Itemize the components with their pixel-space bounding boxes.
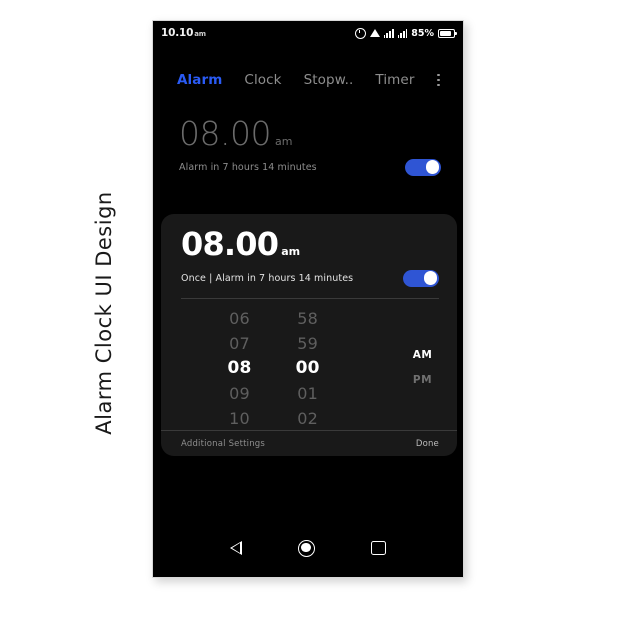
battery-icon bbox=[438, 28, 457, 38]
alarm-editor-header-row: Once | Alarm in 7 hours 14 minutes bbox=[181, 269, 439, 287]
hour-option[interactable]: 07 bbox=[229, 331, 250, 356]
alarm-editor-footer: Additional Settings Done bbox=[161, 430, 457, 456]
tab-clock[interactable]: Clock bbox=[244, 72, 281, 88]
status-bar-time: 10.10 bbox=[161, 27, 194, 39]
recents-square-icon[interactable] bbox=[371, 540, 386, 556]
status-bar-indicators: 85% bbox=[354, 27, 457, 39]
alarm-editor-meridiem: am bbox=[281, 245, 301, 258]
more-options-icon[interactable] bbox=[436, 71, 441, 89]
side-caption-text: Alarm Clock UI Design bbox=[92, 191, 116, 435]
alarm-editor-toggle[interactable] bbox=[403, 269, 439, 287]
hour-option[interactable]: 06 bbox=[229, 306, 250, 331]
status-bar: 10.10am 85% bbox=[153, 21, 463, 45]
tab-bar: Alarm Clock Stopw.. Timer bbox=[153, 65, 463, 95]
alarm-list-item-time-value: 08.00 bbox=[179, 114, 271, 153]
status-bar-time-meridiem: am bbox=[194, 30, 206, 38]
battery-percent-label: 85% bbox=[411, 27, 434, 39]
alarm-list-item-row: Alarm in 7 hours 14 minutes bbox=[179, 158, 441, 176]
alarm-list-item[interactable]: 08.00 am Alarm in 7 hours 14 minutes bbox=[153, 114, 463, 176]
phone-frame: 10.10am 85% Alarm Clock Stopw.. Timer 08… bbox=[152, 20, 464, 578]
toggle-knob bbox=[425, 160, 440, 175]
navigation-bar bbox=[153, 519, 463, 577]
time-picker-minutes-column[interactable]: 58 59 00 01 02 bbox=[279, 299, 336, 438]
meridiem-option-am[interactable]: AM bbox=[413, 343, 433, 368]
back-triangle-icon[interactable] bbox=[230, 541, 243, 555]
alarm-editor-time-value: 08.00 bbox=[181, 225, 279, 263]
time-picker[interactable]: 06 07 08 09 10 58 59 00 01 02 AM PM bbox=[161, 299, 457, 438]
time-picker-hours-column[interactable]: 06 07 08 09 10 bbox=[213, 299, 266, 438]
time-picker-meridiem-column[interactable]: AM PM bbox=[388, 299, 457, 438]
alarm-list-item-subtitle: Alarm in 7 hours 14 minutes bbox=[179, 161, 317, 173]
meridiem-option-pm[interactable]: PM bbox=[413, 368, 432, 393]
minute-option[interactable]: 58 bbox=[297, 306, 318, 331]
minute-option[interactable]: 02 bbox=[297, 406, 318, 431]
minute-option-selected[interactable]: 00 bbox=[296, 356, 320, 381]
home-circle-icon[interactable] bbox=[298, 539, 316, 557]
toggle-knob bbox=[423, 271, 438, 285]
alarm-editor-time: 08.00 am bbox=[181, 225, 439, 263]
additional-settings-button[interactable]: Additional Settings bbox=[181, 439, 265, 449]
tab-alarm[interactable]: Alarm bbox=[177, 72, 222, 88]
phone-screen: 10.10am 85% Alarm Clock Stopw.. Timer 08… bbox=[153, 21, 463, 577]
hour-option[interactable]: 10 bbox=[229, 406, 250, 431]
done-button[interactable]: Done bbox=[416, 439, 439, 449]
hour-option[interactable]: 09 bbox=[229, 381, 250, 406]
clock-icon bbox=[354, 27, 366, 39]
alarm-editor-header: 08.00 am Once | Alarm in 7 hours 14 minut… bbox=[161, 214, 457, 299]
alarm-editor-subtitle: Once | Alarm in 7 hours 14 minutes bbox=[181, 272, 354, 284]
tab-timer[interactable]: Timer bbox=[375, 72, 414, 88]
minute-option[interactable]: 59 bbox=[297, 331, 318, 356]
hour-option-selected[interactable]: 08 bbox=[228, 356, 252, 381]
tab-stopwatch[interactable]: Stopw.. bbox=[304, 72, 354, 88]
alarm-editor-card: 08.00 am Once | Alarm in 7 hours 14 minut… bbox=[161, 214, 457, 456]
alarm-list-item-meridiem: am bbox=[274, 135, 293, 148]
alarm-list-item-toggle[interactable] bbox=[405, 158, 441, 176]
signal-icon-1 bbox=[383, 28, 394, 38]
minute-option[interactable]: 01 bbox=[297, 381, 318, 406]
wifi-icon bbox=[369, 28, 380, 37]
alarm-list-item-time: 08.00 am bbox=[179, 114, 441, 153]
signal-icon-2 bbox=[397, 28, 408, 38]
status-bar-clock: 10.10am bbox=[161, 27, 206, 39]
